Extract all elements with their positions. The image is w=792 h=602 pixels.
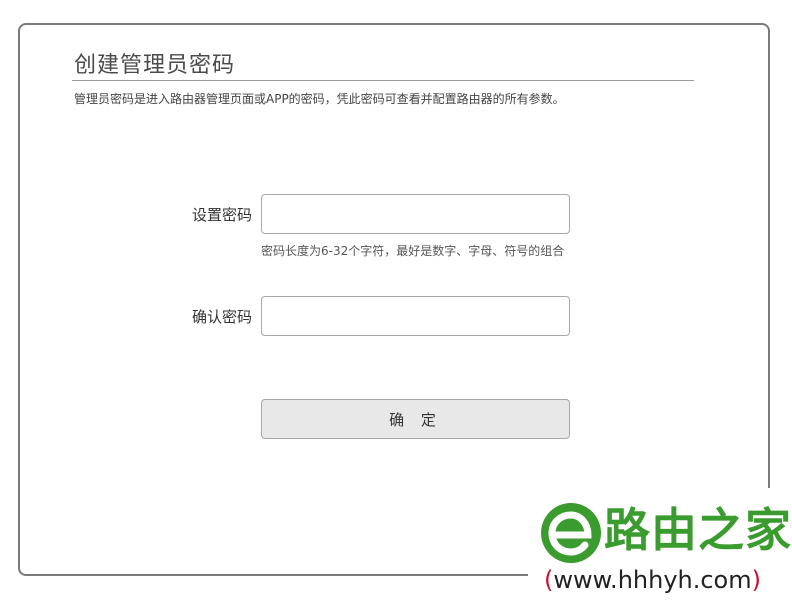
- watermark-url: (www.hhhyh.com): [544, 564, 761, 596]
- router-setup-page: 创建管理员密码 管理员密码是进入路由器管理页面或APP的密码，凭此密码可查看并配…: [0, 0, 792, 602]
- set-password-input[interactable]: [261, 194, 570, 234]
- confirm-password-input[interactable]: [261, 296, 570, 336]
- title-divider: [72, 80, 694, 81]
- set-password-label: 设置密码: [191, 206, 252, 224]
- page-description: 管理员密码是进入路由器管理页面或APP的密码，凭此密码可查看并配置路由器的所有参…: [74, 92, 565, 106]
- confirm-password-label: 确认密码: [191, 308, 252, 326]
- confirm-button[interactable]: 确 定: [261, 399, 570, 439]
- watermark-url-text: www.hhhyh.com: [553, 566, 752, 594]
- green-e-logo-icon: [541, 503, 601, 563]
- watermark-site-name: 路由之家: [604, 503, 792, 557]
- page-title: 创建管理员密码: [74, 53, 236, 78]
- password-hint: 密码长度为6-32个字符，最好是数字、字母、符号的组合: [261, 244, 565, 258]
- watermark-url-close: ): [751, 566, 761, 594]
- watermark-url-open: (: [544, 566, 554, 594]
